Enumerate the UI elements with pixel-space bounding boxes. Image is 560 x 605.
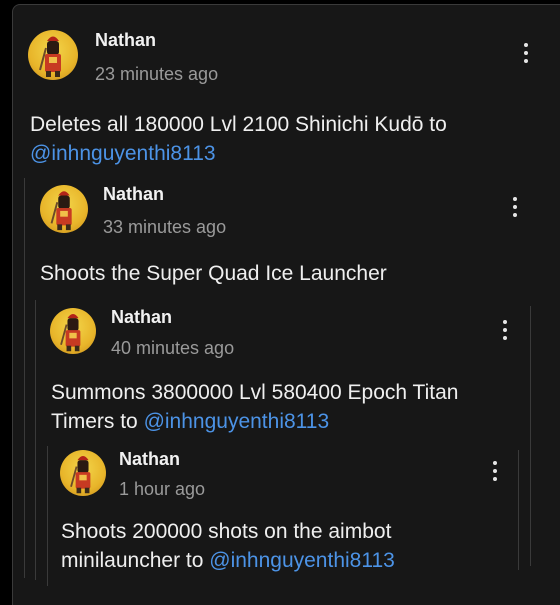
comment-timestamp: 40 minutes ago <box>111 338 235 358</box>
user-avatar[interactable] <box>40 185 88 233</box>
knight-avatar-icon <box>50 191 72 231</box>
more-vert-icon[interactable] <box>509 197 521 223</box>
comment-timestamp: 1 hour ago <box>119 479 206 499</box>
more-vert-icon[interactable] <box>499 320 511 346</box>
user-avatar[interactable] <box>50 308 96 354</box>
user-avatar[interactable] <box>28 30 78 80</box>
comment-text-fragment: minilauncher to <box>61 549 210 572</box>
comment-author[interactable]: Nathan <box>95 30 156 51</box>
user-mention-link[interactable]: @inhnguyenthi8113 <box>144 410 330 433</box>
comment-timestamp: 23 minutes ago <box>95 64 219 84</box>
knight-avatar-icon <box>70 455 91 494</box>
more-vert-icon[interactable] <box>520 43 532 69</box>
knight-avatar-icon <box>60 313 81 352</box>
comment-text: Shoots 200000 shots on the aimbot minila… <box>61 517 395 575</box>
comment-author[interactable]: Nathan <box>111 307 172 328</box>
comment-text-line: Shoots 200000 shots on the aimbot <box>61 520 392 543</box>
comment-text: Summons 3800000 Lvl 580400 Epoch Titan T… <box>51 378 458 436</box>
knight-avatar-icon <box>39 36 61 77</box>
comment-text: Deletes all 180000 Lvl 2100 Shinichi Kud… <box>30 110 447 168</box>
comment-text-line: Timers to @inhnguyenthi8113 <box>51 407 458 436</box>
user-mention-link[interactable]: @inhnguyenthi8113 <box>209 549 395 572</box>
more-vert-icon[interactable] <box>489 461 501 487</box>
comment-text-line: Deletes all 180000 Lvl 2100 Shinichi Kud… <box>30 113 447 136</box>
comment-text-fragment: Timers to <box>51 410 144 433</box>
comment-timestamp: 33 minutes ago <box>103 217 227 237</box>
user-avatar[interactable] <box>60 450 106 496</box>
comment-author[interactable]: Nathan <box>119 449 180 470</box>
comment-text-line: minilauncher to @inhnguyenthi8113 <box>61 546 395 575</box>
comment-text: Shoots the Super Quad Ice Launcher <box>40 259 387 288</box>
thread-divider <box>530 306 531 566</box>
comment-author[interactable]: Nathan <box>103 184 164 205</box>
comment-text-line: Shoots the Super Quad Ice Launcher <box>40 262 387 285</box>
comment-text-line: Summons 3800000 Lvl 580400 Epoch Titan <box>51 381 459 404</box>
user-mention-link[interactable]: @inhnguyenthi8113 <box>30 139 447 168</box>
thread-divider <box>518 450 519 570</box>
